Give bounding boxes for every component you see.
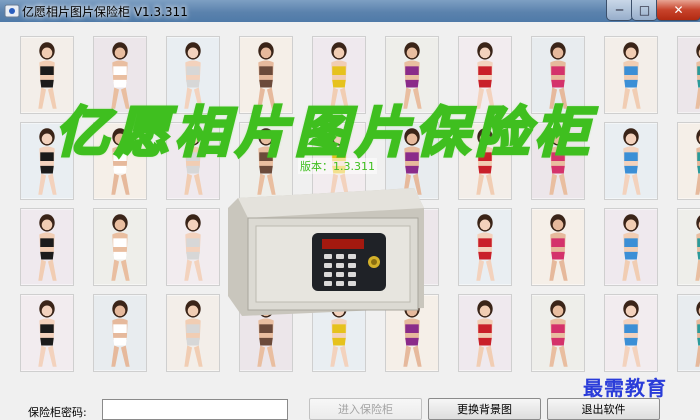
photo-figure-icon xyxy=(532,209,584,285)
photo-thumbnail[interactable] xyxy=(166,208,220,286)
photo-figure-icon xyxy=(167,295,219,371)
watermark-text: 最需教育 xyxy=(583,376,667,400)
photo-thumbnail[interactable] xyxy=(458,208,512,286)
photo-figure-icon xyxy=(459,209,511,285)
photo-thumbnail[interactable] xyxy=(93,294,147,372)
photo-figure-icon xyxy=(605,209,657,285)
maximize-button[interactable]: □ xyxy=(631,0,658,21)
close-button[interactable]: ✕ xyxy=(656,0,700,21)
photo-figure-icon xyxy=(605,295,657,371)
password-input[interactable] xyxy=(102,399,288,420)
photo-thumbnail[interactable] xyxy=(531,208,585,286)
photo-thumbnail[interactable] xyxy=(677,122,700,200)
photo-figure-icon xyxy=(21,295,73,371)
app-banner-title: 亿愿相片图片保险柜 xyxy=(54,99,595,166)
photo-thumbnail[interactable] xyxy=(604,208,658,286)
photo-thumbnail[interactable] xyxy=(20,294,74,372)
photo-figure-icon xyxy=(94,295,146,371)
safe-illustration xyxy=(228,188,424,316)
photo-figure-icon xyxy=(167,209,219,285)
photo-thumbnail[interactable] xyxy=(604,294,658,372)
window-title: 亿愿相片图片保险柜 V1.3.311 xyxy=(22,5,188,19)
photo-figure-icon xyxy=(678,295,700,371)
photo-thumbnail[interactable] xyxy=(677,294,700,372)
change-background-button[interactable]: 更换背景图 xyxy=(428,398,541,420)
minimize-button[interactable]: ─ xyxy=(606,0,633,21)
photo-thumbnail[interactable] xyxy=(531,294,585,372)
photo-thumbnail[interactable] xyxy=(458,294,512,372)
photo-figure-icon xyxy=(605,37,657,113)
photo-figure-icon xyxy=(94,209,146,285)
password-label: 保险柜密码: xyxy=(28,406,87,419)
photo-thumbnail[interactable] xyxy=(604,36,658,114)
app-icon xyxy=(4,4,20,18)
photo-thumbnail[interactable] xyxy=(604,122,658,200)
photo-figure-icon xyxy=(678,123,700,199)
photo-figure-icon xyxy=(678,209,700,285)
photo-figure-icon xyxy=(459,295,511,371)
photo-figure-icon xyxy=(532,295,584,371)
photo-thumbnail[interactable] xyxy=(677,208,700,286)
title-bar[interactable]: 亿愿相片图片保险柜 V1.3.311 ─ □ ✕ xyxy=(0,0,700,22)
version-label: 版本：1.3.311 xyxy=(298,158,377,174)
photo-thumbnail[interactable] xyxy=(93,208,147,286)
photo-thumbnail[interactable] xyxy=(20,208,74,286)
photo-figure-icon xyxy=(605,123,657,199)
photo-thumbnail[interactable] xyxy=(677,36,700,114)
exit-button[interactable]: 退出软件 xyxy=(547,398,660,420)
photo-figure-icon xyxy=(21,209,73,285)
enter-safe-button[interactable]: 进入保险柜 xyxy=(309,398,422,420)
photo-thumbnail[interactable] xyxy=(166,294,220,372)
photo-figure-icon xyxy=(678,37,700,113)
